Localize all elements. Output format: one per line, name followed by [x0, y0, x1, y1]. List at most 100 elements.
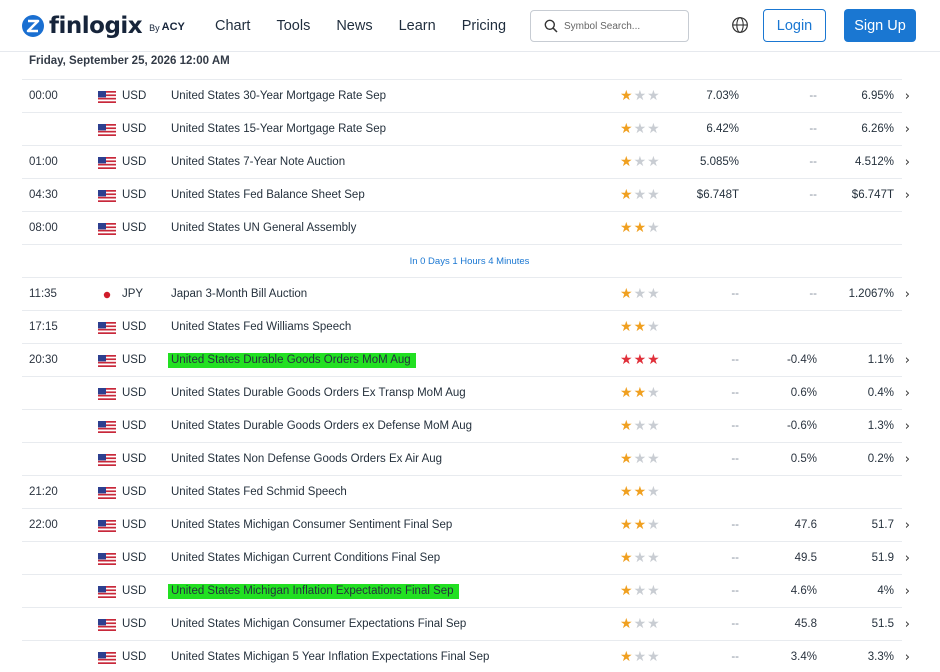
chevron-right-icon[interactable]: ›: [905, 287, 910, 302]
star-icon: ★: [647, 352, 661, 368]
event-name[interactable]: Japan 3-Month Bill Auction: [171, 288, 307, 300]
star-icon: ★: [620, 286, 634, 302]
star-icon: ★: [633, 187, 648, 203]
star-icon: ★: [633, 352, 648, 368]
event-name[interactable]: United States Michigan 5 Year Inflation …: [171, 651, 489, 663]
event-name[interactable]: United States Durable Goods Orders MoM A…: [168, 353, 416, 368]
star-icon: ★: [647, 154, 661, 170]
chevron-right-icon[interactable]: ›: [905, 89, 910, 104]
chevron-right-icon[interactable]: ›: [905, 353, 910, 368]
event-previous: 3.3%: [867, 651, 894, 663]
event-row[interactable]: 01:00 USD United States 7-Year Note Auctio…: [22, 145, 910, 178]
event-name[interactable]: United States 7-Year Note Auction: [171, 156, 345, 168]
star-icon: ★: [647, 385, 661, 401]
nav-news[interactable]: News: [336, 18, 372, 34]
star-icon: ★: [647, 484, 661, 500]
event-row[interactable]: 22:00 USD United States Michigan Consumer …: [22, 508, 910, 541]
star-icon: ★: [647, 319, 661, 335]
event-row[interactable]: 00:00 USD United States 30-Year Mortgage R…: [22, 79, 910, 112]
event-row[interactable]: USD United States Michigan Consumer Expec…: [22, 607, 910, 640]
event-name[interactable]: United States Michigan Consumer Expectat…: [171, 618, 466, 630]
us-flag-icon: [98, 487, 116, 499]
event-row[interactable]: USD United States Michigan Inflation Expe…: [22, 574, 910, 607]
chevron-right-icon[interactable]: ›: [905, 617, 910, 632]
chevron-right-icon[interactable]: ›: [905, 122, 910, 137]
chevron-right-icon[interactable]: ›: [905, 419, 910, 434]
symbol-search[interactable]: [530, 10, 689, 42]
star-icon: ★: [620, 616, 634, 632]
event-forecast: -0.4%: [786, 354, 817, 366]
search-input[interactable]: [564, 15, 682, 37]
globe-icon[interactable]: [731, 16, 749, 34]
event-time: 11:35: [29, 288, 57, 300]
star-icon: ★: [647, 517, 661, 533]
star-icon: ★: [620, 649, 634, 665]
event-name[interactable]: United States Fed Balance Sheet Sep: [171, 189, 365, 201]
importance-stars: ★★★: [620, 418, 661, 434]
star-icon: ★: [633, 550, 648, 566]
brand-by: By: [149, 23, 160, 33]
chevron-right-icon[interactable]: ›: [905, 386, 910, 401]
event-name[interactable]: United States 15-Year Mortgage Rate Sep: [171, 123, 386, 135]
login-button[interactable]: Login: [763, 9, 826, 42]
chevron-right-icon[interactable]: ›: [905, 551, 910, 566]
event-name[interactable]: United States Durable Goods Orders Ex Tr…: [171, 387, 466, 399]
nav-learn[interactable]: Learn: [399, 18, 436, 34]
event-name[interactable]: United States Fed Williams Speech: [171, 321, 351, 333]
event-forecast: --: [809, 123, 817, 135]
event-previous: 1.1%: [867, 354, 894, 366]
event-name[interactable]: United States Durable Goods Orders ex De…: [171, 420, 472, 432]
event-row[interactable]: 20:30 USD United States Durable Goods Orde…: [22, 343, 910, 376]
star-icon: ★: [620, 352, 634, 368]
finlogix-logo[interactable]: finlogix By ACY: [22, 12, 185, 40]
event-actual: --: [731, 354, 739, 366]
event-previous: 1.2067%: [848, 288, 894, 300]
event-currency: USD: [122, 321, 147, 333]
event-row[interactable]: USD United States 15-Year Mortgage Rate S…: [22, 112, 910, 145]
chevron-right-icon[interactable]: ›: [905, 650, 910, 665]
main-nav: Chart Tools News Learn Pricing: [215, 0, 532, 52]
chevron-right-icon[interactable]: ›: [905, 155, 910, 170]
star-icon: ★: [620, 517, 634, 533]
importance-stars: ★★★: [620, 187, 661, 203]
event-actual: 6.42%: [706, 123, 739, 135]
chevron-right-icon[interactable]: ›: [905, 518, 910, 533]
event-row[interactable]: USD United States Durable Goods Orders Ex…: [22, 376, 910, 409]
event-actual: --: [731, 519, 739, 531]
event-name[interactable]: United States UN General Assembly: [171, 222, 356, 234]
event-row[interactable]: USD United States Michigan 5 Year Inflati…: [22, 640, 910, 672]
event-previous: 0.4%: [867, 387, 894, 399]
event-name[interactable]: United States Fed Schmid Speech: [171, 486, 347, 498]
importance-stars: ★★★: [620, 550, 661, 566]
event-time: 17:15: [29, 321, 58, 333]
event-name[interactable]: United States Michigan Inflation Expecta…: [168, 584, 459, 599]
chevron-right-icon[interactable]: ›: [905, 452, 910, 467]
nav-tools[interactable]: Tools: [276, 18, 310, 34]
event-actual: 5.085%: [699, 156, 739, 168]
nav-chart[interactable]: Chart: [215, 18, 250, 34]
event-row[interactable]: 21:20 USD United States Fed Schmid Speech ★…: [22, 475, 902, 508]
event-row[interactable]: 04:30 USD United States Fed Balance Sheet …: [22, 178, 910, 211]
event-name[interactable]: United States Michigan Current Condition…: [171, 552, 440, 564]
signup-button[interactable]: Sign Up: [844, 9, 916, 42]
event-currency: USD: [122, 519, 147, 531]
star-icon: ★: [647, 187, 661, 203]
event-name[interactable]: United States Michigan Consumer Sentimen…: [171, 519, 452, 531]
event-row[interactable]: 11:35 JPY Japan 3-Month Bill Auction ★★★ -- -…: [22, 277, 910, 310]
importance-stars: ★★★: [620, 286, 661, 302]
event-row[interactable]: 17:15 USD United States Fed Williams Speec…: [22, 310, 902, 343]
event-row[interactable]: 08:00 USD United States UN General Assembl…: [22, 211, 902, 244]
event-row[interactable]: USD United States Michigan Current Condit…: [22, 541, 910, 574]
event-currency: USD: [122, 486, 147, 498]
event-previous: 51.7: [871, 519, 894, 531]
nav-pricing[interactable]: Pricing: [462, 18, 506, 34]
event-name[interactable]: United States 30-Year Mortgage Rate Sep: [171, 90, 386, 102]
chevron-right-icon[interactable]: ›: [905, 188, 910, 203]
event-row[interactable]: USD United States Non Defense Goods Order…: [22, 442, 910, 475]
event-name[interactable]: United States Non Defense Goods Orders E…: [171, 453, 442, 465]
event-currency: USD: [122, 420, 147, 432]
event-row[interactable]: USD United States Durable Goods Orders ex…: [22, 409, 910, 442]
chevron-right-icon[interactable]: ›: [905, 584, 910, 599]
event-time: 08:00: [29, 222, 58, 234]
event-currency: USD: [122, 618, 147, 630]
